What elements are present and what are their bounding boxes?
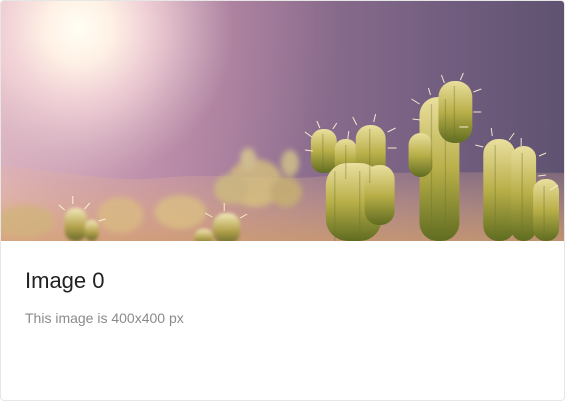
image-size-description: This image is 400x400 px [25,310,184,326]
image-card: Image 0 This image is 400x400 px [0,0,565,401]
card-body: Image 0 This image is 400x400 px [1,241,564,327]
cactus-photo [1,1,564,241]
card-title: Image 0 [25,268,105,293]
